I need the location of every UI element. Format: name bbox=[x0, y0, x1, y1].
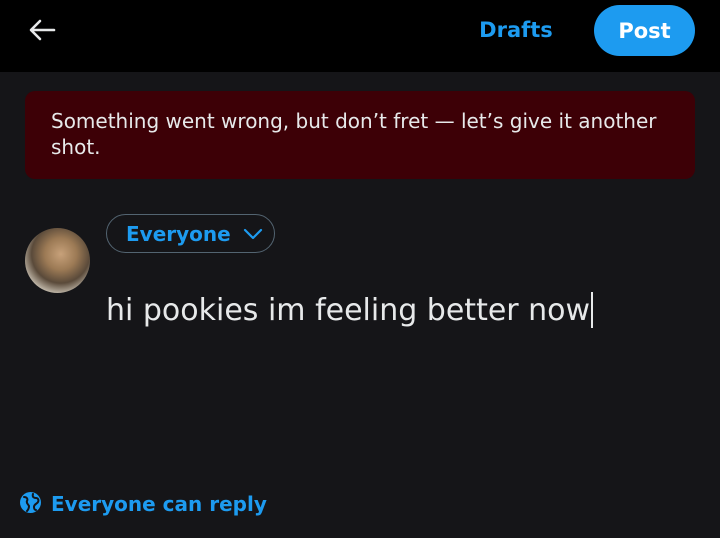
audience-label: Everyone bbox=[126, 221, 231, 246]
text-caret bbox=[591, 292, 594, 328]
reply-setting-label: Everyone can reply bbox=[51, 492, 267, 516]
compose-text: hi pookies im feeling better now bbox=[106, 292, 591, 328]
reply-setting-button[interactable]: Everyone can reply bbox=[19, 487, 267, 521]
error-banner: Something went wrong, but don’t fret — l… bbox=[25, 91, 695, 179]
avatar[interactable] bbox=[25, 228, 90, 293]
post-button[interactable]: Post bbox=[594, 5, 695, 56]
chevron-down-icon bbox=[243, 228, 263, 240]
audience-selector[interactable]: Everyone bbox=[106, 214, 275, 253]
globe-icon bbox=[19, 491, 42, 518]
arrow-left-icon bbox=[29, 19, 56, 41]
compose-text-area[interactable]: hi pookies im feeling better now bbox=[106, 285, 696, 335]
top-bar: Drafts Post bbox=[0, 0, 720, 72]
back-button[interactable] bbox=[22, 12, 62, 48]
error-message: Something went wrong, but don’t fret — l… bbox=[51, 109, 657, 159]
drafts-button[interactable]: Drafts bbox=[470, 8, 562, 52]
